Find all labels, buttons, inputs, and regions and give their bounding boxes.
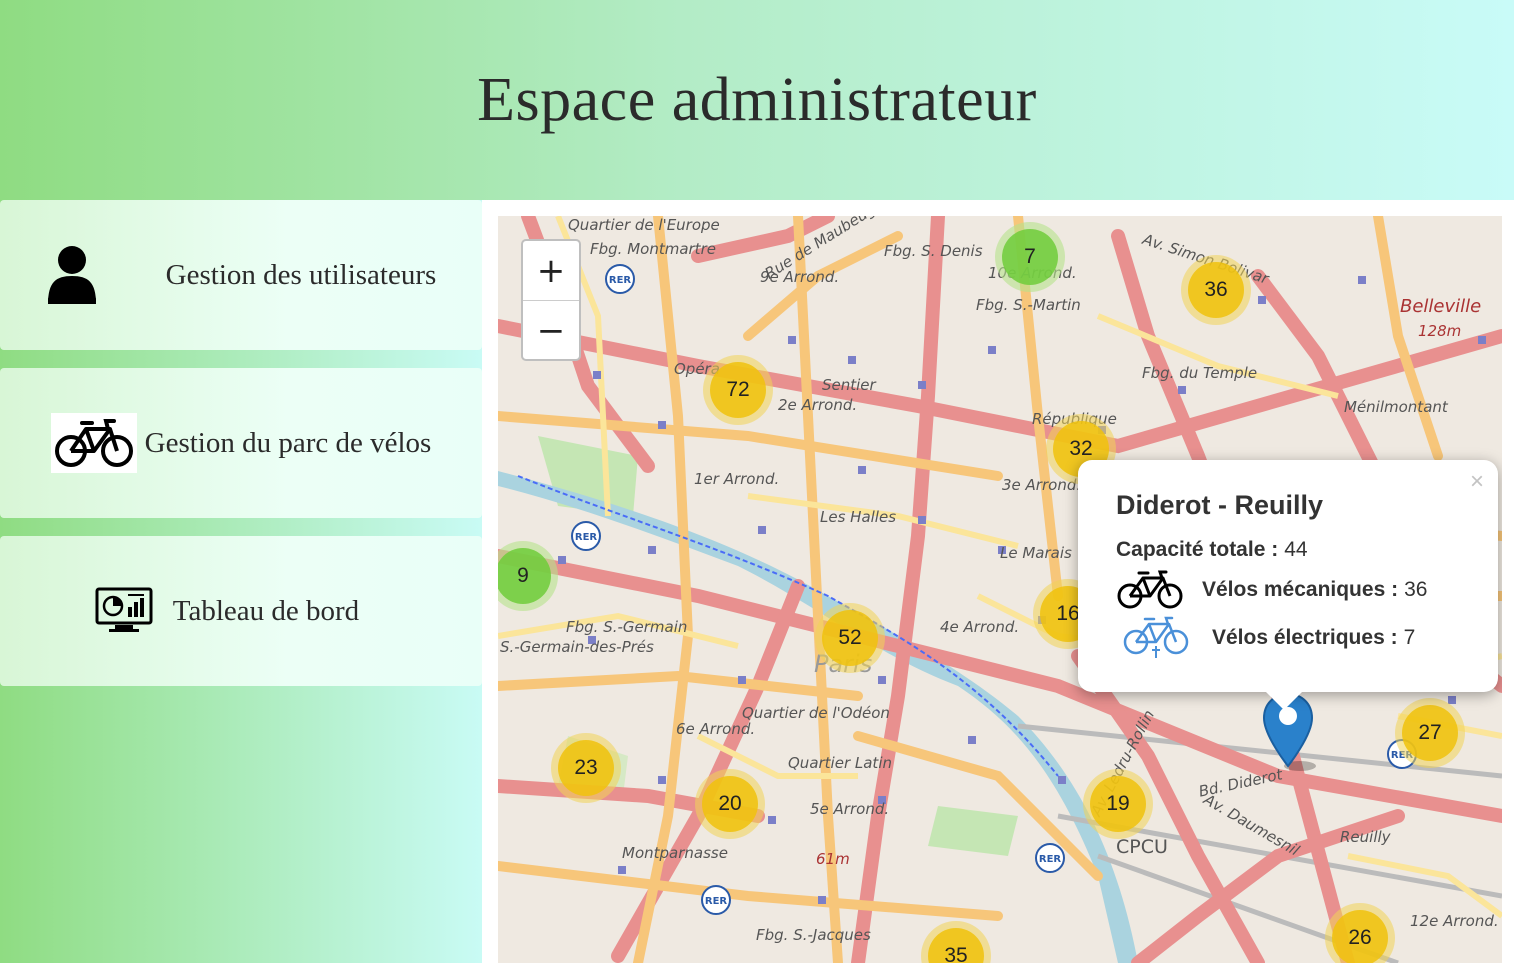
map-label: Quartier Latin — [788, 754, 892, 772]
station-cluster[interactable]: 19 — [1083, 769, 1153, 839]
map-label: Quartier de l'Odéon — [742, 704, 890, 722]
svg-text:RER: RER — [1039, 854, 1062, 865]
station-cluster[interactable]: 36 — [1181, 255, 1251, 325]
popup-tip — [1264, 690, 1304, 710]
nav-dashboard[interactable]: Tableau de bord — [0, 536, 482, 686]
sidebar: Gestion des utilisateurs Gestion du parc… — [0, 200, 482, 963]
map-label: Ménilmontant — [1344, 398, 1448, 416]
svg-text:RER: RER — [609, 275, 632, 286]
map-label: Fbg. S.-Germain — [566, 618, 688, 636]
nav-dashboard-label: Tableau de bord — [172, 594, 360, 627]
map-view[interactable]: RER RER RER RER RER Quartier de l'Europe Fb… — [498, 216, 1502, 963]
map-label: Fbg. du Temple — [1142, 364, 1258, 382]
map-label: Quartier de l'Europe — [568, 216, 720, 234]
map-label: Fbg. Montmartre — [590, 240, 716, 258]
map-label: 2e Arrond. — [778, 396, 858, 414]
map-label: S.-Germain-des-Prés — [500, 638, 654, 656]
popup-mechanical-value: 36 — [1404, 578, 1428, 601]
map-label: 61m — [816, 850, 850, 868]
map-label: Montparnasse — [622, 844, 728, 862]
zoom-out-button[interactable]: − — [523, 301, 579, 359]
zoom-in-button[interactable]: + — [523, 241, 579, 300]
station-cluster[interactable]: 7 — [995, 222, 1065, 292]
map-label: CPCU — [1116, 836, 1168, 858]
map-label: Les Halles — [820, 508, 897, 526]
zoom-control: + − — [521, 239, 581, 361]
popup-capacity-row: Capacité totale : 44 — [1116, 538, 1308, 562]
page-header: Espace administrateur — [0, 0, 1514, 200]
map-label: 12e Arrond. — [1410, 912, 1499, 930]
popup-title: Diderot - Reuilly — [1116, 490, 1324, 520]
nav-bike-fleet-label: Gestion du parc de vélos — [144, 426, 432, 459]
nav-user-management-label: Gestion des utilisateurs — [165, 258, 437, 291]
nav-user-management[interactable]: Gestion des utilisateurs — [0, 200, 482, 350]
popup-mechanical-row: Vélos mécaniques : 36 — [1116, 570, 1427, 610]
station-cluster[interactable]: 23 — [551, 733, 621, 803]
popup-capacity-label: Capacité totale : — [1116, 538, 1279, 561]
map-label: Belleville — [1400, 296, 1482, 317]
station-popup: × Diderot - Reuilly Capacité totale : 44… — [1078, 460, 1498, 710]
map-label: 4e Arrond. — [940, 618, 1020, 636]
mechanical-bike-icon — [1116, 570, 1184, 610]
electric-bike-icon — [1122, 616, 1190, 660]
dashboard-icon — [95, 587, 153, 635]
svg-text:RER: RER — [705, 896, 728, 907]
map-label: Reuilly — [1340, 828, 1391, 846]
map-label: Fbg. S.-Jacques — [756, 926, 871, 944]
map-label: 5e Arrond. — [810, 800, 890, 818]
map-label: 128m — [1418, 322, 1462, 340]
map-label: 1er Arrond. — [694, 470, 780, 488]
station-cluster[interactable]: 72 — [703, 355, 773, 425]
user-icon — [46, 244, 98, 306]
map-label: 6e Arrond. — [676, 720, 756, 738]
map-panel: RER RER RER RER RER Quartier de l'Europe Fb… — [482, 200, 1514, 963]
station-cluster[interactable]: 27 — [1395, 698, 1465, 768]
bicycle-icon — [50, 413, 137, 473]
page-title: Espace administrateur — [477, 65, 1037, 134]
map-label: Le Marais — [1000, 544, 1072, 562]
map-label: Sentier — [822, 376, 876, 394]
map-label: Fbg. S. Denis — [884, 242, 983, 260]
popup-electric-row: Vélos électriques : 7 — [1116, 616, 1415, 660]
popup-capacity-value: 44 — [1284, 538, 1308, 561]
nav-bike-fleet[interactable]: Gestion du parc de vélos — [0, 368, 482, 518]
popup-electric-value: 7 — [1403, 626, 1416, 649]
map-label: Fbg. S.-Martin — [976, 296, 1081, 314]
station-cluster[interactable]: 20 — [695, 769, 765, 839]
popup-close-button[interactable]: × — [1470, 468, 1484, 496]
popup-mechanical-label: Vélos mécaniques : — [1202, 578, 1399, 601]
svg-text:RER: RER — [575, 532, 598, 543]
station-cluster[interactable]: 52 — [815, 603, 885, 673]
popup-electric-label: Vélos électriques : — [1212, 626, 1398, 649]
